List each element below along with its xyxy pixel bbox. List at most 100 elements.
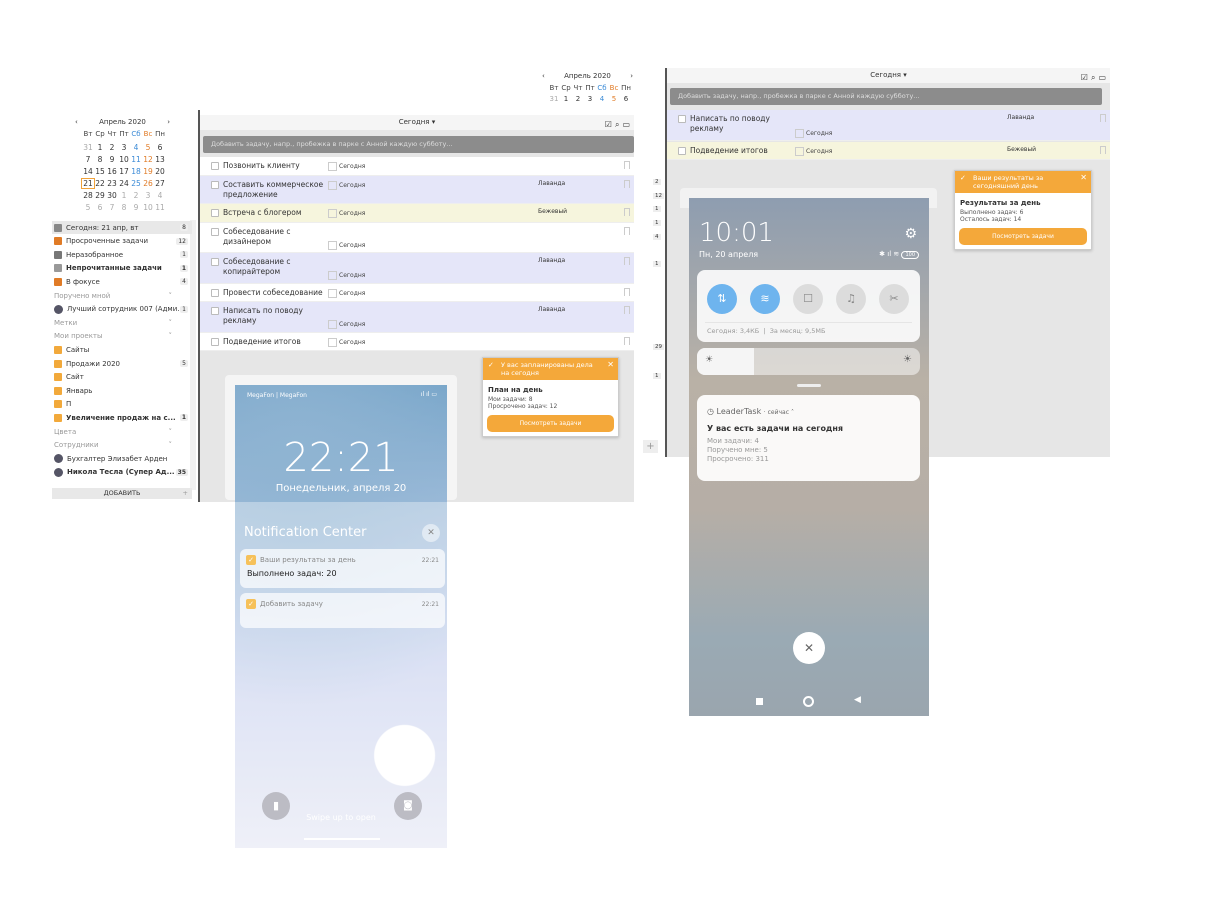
bookmark-icon[interactable] [624, 227, 630, 235]
chevron-icon[interactable]: ˅ [169, 428, 173, 436]
calendar-day[interactable]: 3 [118, 143, 130, 152]
calendar-day[interactable]: 11 [130, 155, 142, 164]
next-month-button[interactable]: › [167, 118, 170, 126]
calendar-day[interactable]: 4 [596, 95, 608, 103]
calendar-day[interactable]: 25 [130, 179, 142, 188]
home-icon[interactable] [803, 696, 814, 707]
bookmark-icon[interactable] [624, 337, 630, 345]
recents-icon[interactable] [756, 698, 763, 705]
calendar-day[interactable]: 2 [106, 143, 118, 152]
checkbox-filter-icon[interactable]: ☑ [605, 117, 612, 132]
flashlight-toggle-icon[interactable]: ☐ [793, 284, 823, 314]
calendar-day[interactable]: 18 [130, 167, 142, 176]
add-task-input[interactable]: Добавить задачу, напр., пробежка в парке… [203, 136, 634, 153]
bookmark-icon[interactable] [624, 288, 630, 296]
prev-month-button[interactable]: ‹ [542, 72, 545, 80]
task-row[interactable]: Написать по поводу рекламу Сегодня Лаванда [667, 110, 1110, 141]
settings-icon[interactable]: ⚙ [904, 226, 917, 242]
calendar-day[interactable]: 5 [142, 143, 154, 152]
sidebar-item[interactable]: Сайт [52, 371, 192, 384]
calendar-day[interactable]: 4 [130, 143, 142, 152]
search-icon[interactable]: ⌕ [1091, 70, 1095, 85]
calendar-day[interactable]: 16 [106, 167, 118, 176]
close-icon[interactable]: ✕ [422, 524, 440, 542]
task-checkbox[interactable] [678, 115, 686, 123]
calendar-day[interactable]: 14 [82, 167, 94, 176]
calendar-day[interactable]: 17 [118, 167, 130, 176]
calendar-day[interactable]: 31 [548, 95, 560, 103]
task-checkbox[interactable] [211, 209, 219, 217]
task-checkbox[interactable] [211, 181, 219, 189]
task-row[interactable]: Подведение итогов Сегодня [200, 333, 634, 351]
calendar-day[interactable]: 1 [94, 143, 106, 152]
add-button[interactable]: ДОБАВИТЬ + [52, 488, 192, 499]
calendar-day[interactable]: 31 [82, 143, 94, 152]
calendar-icon[interactable]: ▭ [622, 117, 630, 132]
calendar-day[interactable]: 3 [142, 191, 154, 200]
view-selector[interactable]: Сегодня ▾ [870, 71, 907, 79]
screenshot-toggle-icon[interactable]: ✂ [879, 284, 909, 314]
calendar-day[interactable]: 6 [154, 143, 166, 152]
sidebar-item[interactable]: Никола Тесла (Супер Ад... 35 [52, 466, 192, 479]
calendar-day[interactable]: 26 [142, 179, 154, 188]
calendar-day[interactable]: 6 [94, 203, 106, 212]
task-row[interactable]: Позвонить клиенту Сегодня [200, 157, 634, 176]
calendar-day[interactable]: 5 [82, 203, 94, 212]
sidebar-item[interactable]: Непрочитанные задачи 1 [52, 262, 192, 275]
bookmark-icon[interactable] [624, 161, 630, 169]
sidebar-item[interactable]: Лучший сотрудник 007 (Адми... 1 [52, 303, 192, 316]
chevron-icon[interactable]: ˅ [169, 319, 173, 327]
calendar-day[interactable]: 20 [154, 167, 166, 176]
wifi-toggle-icon[interactable]: ≋ [750, 284, 780, 314]
prev-month-button[interactable]: ‹ [75, 118, 78, 126]
task-checkbox[interactable] [211, 258, 219, 266]
calendar-day[interactable]: 23 [106, 179, 118, 188]
task-row[interactable]: Встреча с блогером Сегодня Бежевый [200, 204, 634, 223]
task-checkbox[interactable] [211, 307, 219, 315]
calendar-day[interactable]: 10 [142, 203, 154, 212]
task-row[interactable]: Собеседование с дизайнером Сегодня [200, 223, 634, 253]
bookmark-icon[interactable] [1100, 146, 1106, 154]
calendar-day[interactable]: 11 [154, 203, 166, 212]
sidebar-item[interactable]: Просроченные задачи 12 [52, 235, 192, 248]
search-icon[interactable]: ⌕ [615, 117, 619, 132]
lockscreen-notification[interactable]: ✓ Добавить задачу 22:21 [240, 593, 445, 628]
calendar-day[interactable]: 10 [118, 155, 130, 164]
chevron-icon[interactable]: ˅ [169, 441, 173, 449]
task-checkbox[interactable] [211, 228, 219, 236]
sidebar-item[interactable]: В фокусе 4 [52, 275, 192, 288]
calendar-day[interactable]: 4 [154, 191, 166, 200]
task-row[interactable]: Провести собеседование Сегодня [200, 284, 634, 302]
calendar-day[interactable]: 7 [82, 155, 94, 164]
task-checkbox[interactable] [211, 338, 219, 346]
sidebar-item[interactable]: Сайты [52, 343, 192, 356]
sidebar-item[interactable]: Метки ˅ [52, 316, 192, 329]
view-tasks-button[interactable]: Посмотреть задачи [487, 415, 614, 432]
calendar-day[interactable]: 7 [106, 203, 118, 212]
task-row[interactable]: Составить коммерческое предложение Сегодн… [200, 176, 634, 204]
sidebar-item[interactable]: Мои проекты ˅ [52, 330, 192, 343]
task-checkbox[interactable] [678, 147, 686, 155]
bookmark-icon[interactable] [624, 180, 630, 188]
calendar-day[interactable]: 22 [94, 179, 106, 188]
calendar-day[interactable]: 8 [94, 155, 106, 164]
sidebar-item[interactable]: Неразобранное 1 [52, 248, 192, 261]
calendar-icon[interactable]: ▭ [1098, 70, 1106, 85]
task-checkbox[interactable] [211, 162, 219, 170]
calendar-day[interactable]: 19 [142, 167, 154, 176]
sidebar-item[interactable]: Сегодня: 21 апр, вт 8 [52, 221, 192, 234]
close-icon[interactable]: ✕ [607, 361, 614, 369]
bookmark-icon[interactable] [624, 257, 630, 265]
task-row[interactable]: Написать по поводу рекламу Сегодня Лаванда [200, 302, 634, 333]
add-button[interactable]: + [643, 440, 658, 453]
calendar-day[interactable]: 6 [620, 95, 632, 103]
sidebar-item[interactable]: Бухгалтер Элизабет Арден [52, 452, 192, 465]
calendar-day[interactable]: 9 [130, 203, 142, 212]
calendar-day[interactable]: 13 [154, 155, 166, 164]
bookmark-icon[interactable] [1100, 114, 1106, 122]
chevron-icon[interactable]: ˅ [169, 292, 173, 300]
sidebar-item[interactable]: Сотрудники ˅ [52, 439, 192, 452]
lockscreen-notification[interactable]: ✓ Ваши результаты за день 22:21 Выполнено з… [240, 549, 445, 588]
data-toggle-icon[interactable]: ⇅ [707, 284, 737, 314]
task-row[interactable]: Подведение итогов Сегодня Бежевый [667, 142, 1110, 160]
